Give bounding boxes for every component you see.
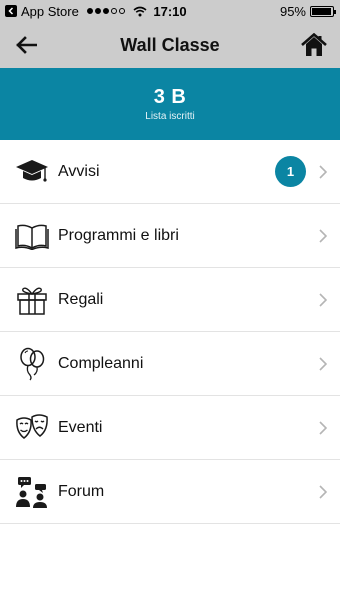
battery-icon	[310, 5, 336, 17]
menu-item-avvisi[interactable]: Avvisi 1	[0, 140, 340, 204]
chevron-right-icon	[318, 292, 328, 308]
menu-item-label: Programmi e libri	[58, 226, 179, 244]
arrow-left-icon	[16, 36, 37, 54]
class-header[interactable]: 3 B Lista iscritti	[0, 68, 340, 140]
back-app-label[interactable]: App Store	[21, 4, 79, 19]
home-button[interactable]	[300, 31, 328, 59]
menu-item-forum[interactable]: Forum	[0, 460, 340, 524]
menu-item-programmi-e-libri[interactable]: Programmi e libri	[0, 204, 340, 268]
nav-bar: Wall Classe	[0, 22, 340, 68]
app-screen: App Store 17:10 95% Wall Classe 3 B List…	[0, 0, 340, 604]
chevron-right-icon	[318, 420, 328, 436]
theater-masks-icon	[14, 410, 50, 446]
menu-item-label: Eventi	[58, 418, 103, 436]
chevron-right-icon	[318, 164, 328, 180]
menu-item-label: Regali	[58, 290, 104, 308]
page-title: Wall Classe	[120, 34, 220, 55]
menu-item-label: Compleanni	[58, 354, 144, 372]
status-left: App Store	[5, 4, 147, 19]
chevron-right-icon	[318, 228, 328, 244]
back-button[interactable]	[12, 31, 40, 59]
menu-item-label: Avvisi	[58, 162, 100, 180]
menu-item-compleanni[interactable]: Compleanni	[0, 332, 340, 396]
menu-item-eventi[interactable]: Eventi	[0, 396, 340, 460]
open-book-icon	[14, 218, 50, 254]
chevron-right-icon	[318, 356, 328, 372]
battery-percent: 95%	[279, 3, 306, 19]
forum-people-icon	[14, 474, 50, 510]
menu-item-regali[interactable]: Regali	[0, 268, 340, 332]
graduation-cap-icon	[14, 154, 50, 190]
back-to-app-icon[interactable]	[5, 5, 17, 17]
notification-badge: 1	[275, 156, 306, 187]
chevron-right-icon	[318, 484, 328, 500]
signal-strength-icon	[86, 8, 125, 14]
home-icon	[301, 33, 327, 56]
menu-item-label: Forum	[58, 482, 105, 500]
status-right: 95%	[279, 3, 336, 19]
gift-icon	[14, 282, 50, 318]
menu-list: Avvisi 1 Programmi e libri Regali Comple…	[0, 140, 340, 524]
wifi-icon	[133, 6, 147, 17]
status-bar: App Store 17:10 95%	[0, 0, 340, 22]
class-name: 3 B	[153, 86, 187, 108]
class-subtitle: Lista iscritti	[145, 111, 195, 122]
balloons-icon	[14, 346, 50, 382]
